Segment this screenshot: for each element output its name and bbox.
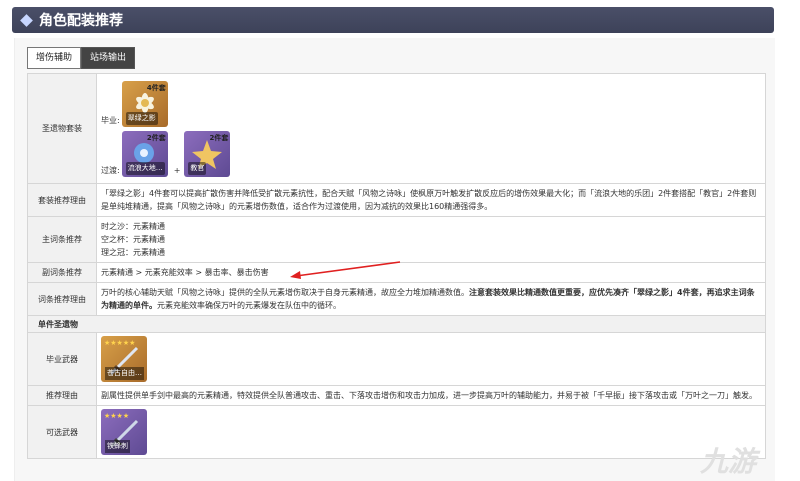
- artifact-card[interactable]: 2件套 教官: [184, 130, 231, 177]
- table-row: 推荐理由 副属性提供单手剑中最高的元素精通，特效提供全队普通攻击、重击、下落攻击…: [27, 385, 766, 406]
- artifact-card[interactable]: 4件套 翠绿之影: [121, 80, 168, 127]
- weapon-cell: ★★★★★ 苍古自由…: [96, 332, 766, 386]
- weapon-name: 苍古自由…: [105, 367, 144, 380]
- artifact-name: 翠绿之影: [125, 111, 158, 125]
- table-row: 主词条推荐 时之沙：元素精通 空之杯：元素精通 理之冠：元素精通: [27, 216, 766, 263]
- table-row: 圣遗物套装 毕业: 4件套 翠绿之影 过渡: 2件套 流浪大地… + 2件套 教…: [27, 73, 766, 184]
- artifact-cell: 毕业: 4件套 翠绿之影 过渡: 2件套 流浪大地… + 2件套 教官: [96, 73, 766, 184]
- table-row: 套装推荐理由 「翠绿之影」4件套可以提高扩散伤害并降低受扩散元素抗性，配合天赋「…: [27, 183, 766, 217]
- subsection-title: 单件圣遗物: [27, 315, 766, 333]
- table-row: 毕业武器 ★★★★★ 苍古自由…: [27, 332, 766, 386]
- main-stat-line: 空之杯：元素精通: [101, 235, 165, 244]
- row-label: 副词条推荐: [27, 262, 97, 283]
- table-row: 词条推荐理由 万叶的核心辅助天赋「风物之诗咏」提供的全队元素增伤取决于自身元素精…: [27, 282, 766, 316]
- table-row: 可选武器 ★★★★ 铁蜂刺: [27, 405, 766, 459]
- red-arrow-annotation: [290, 261, 401, 279]
- main-stat-line: 理之冠：元素精通: [101, 248, 165, 257]
- row-text: 元素精通 > 元素充能效率 > 暴击率、暴击伤害: [96, 262, 766, 283]
- transition-label: 过渡:: [101, 165, 120, 175]
- row-text: 副属性提供单手剑中最高的元素精通，特效提供全队普通攻击、重击、下落攻击增伤和攻击…: [96, 385, 766, 406]
- watermark-logo: 九游: [700, 445, 757, 478]
- row-label: 毕业武器: [27, 332, 97, 386]
- artifact-name: 流浪大地…: [125, 161, 165, 175]
- tab-support[interactable]: 增伤辅助: [27, 47, 82, 69]
- reason-text: 万叶的核心辅助天赋「风物之诗咏」提供的全队元素增伤取决于自身元素精通，故应全力堆…: [101, 288, 469, 297]
- row-label: 主词条推荐: [27, 216, 97, 263]
- main-stats-cell: 时之沙：元素精通 空之杯：元素精通 理之冠：元素精通: [96, 216, 766, 263]
- plus-sign: +: [173, 165, 181, 175]
- artifact-name: 教官: [188, 161, 207, 175]
- section-title: 角色配装推荐: [39, 13, 123, 29]
- row-text: 「翠绿之影」4件套可以提高扩散伤害并降低受扩散元素抗性，配合天赋「风物之诗咏」使…: [96, 183, 766, 217]
- tab-bar: 增伤辅助 站场输出: [27, 47, 136, 69]
- main-stat-line: 时之沙：元素精通: [101, 222, 165, 231]
- weapon-card[interactable]: ★★★★★ 苍古自由…: [101, 336, 147, 382]
- stat-reason-cell: 万叶的核心辅助天赋「风物之诗咏」提供的全队元素增伤取决于自身元素精通，故应全力堆…: [96, 282, 766, 316]
- weapon-name: 铁蜂刺: [105, 440, 130, 453]
- reason-tail: 元素充能效率确保万叶的元素爆发在队伍中的循环。: [157, 301, 341, 310]
- row-label: 可选武器: [27, 405, 97, 459]
- row-label: 推荐理由: [27, 385, 97, 406]
- diamond-icon: [20, 13, 33, 27]
- best-label: 毕业:: [101, 115, 120, 125]
- artifact-card[interactable]: 2件套 流浪大地…: [121, 130, 168, 177]
- table-row: 单件圣遗物: [27, 315, 766, 333]
- section-header: 角色配装推荐: [12, 7, 774, 33]
- row-label: 套装推荐理由: [27, 183, 97, 217]
- tab-dps[interactable]: 站场输出: [81, 47, 136, 69]
- weapon-cell: ★★★★ 铁蜂刺: [96, 405, 766, 459]
- row-label: 词条推荐理由: [27, 282, 97, 316]
- row-label: 圣遗物套装: [27, 73, 97, 184]
- weapon-card[interactable]: ★★★★ 铁蜂刺: [101, 409, 147, 455]
